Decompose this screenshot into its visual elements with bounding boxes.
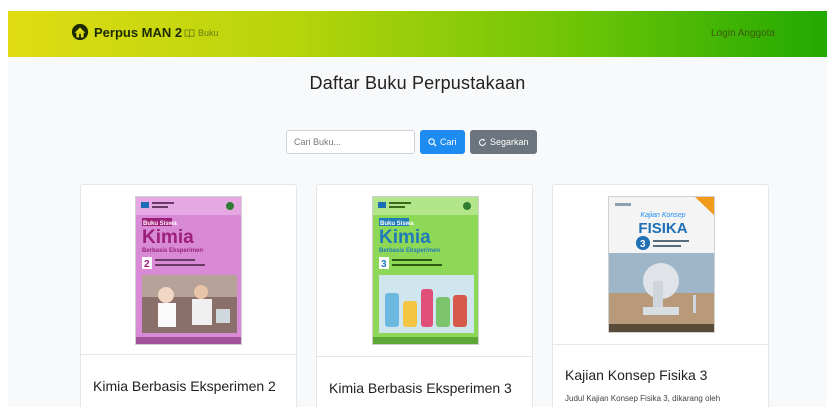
book-cover-area: Buku Siswa Kimia Berbasis Eksperimen 3 <box>317 185 532 357</box>
cover-subtitle: Berbasis Eksperimen <box>142 248 203 254</box>
page-title: Daftar Buku Perpustakaan <box>309 73 526 93</box>
search-icon <box>428 137 437 147</box>
cover-art: Buku Siswa Kimia Berbasis Eksperimen 3 <box>373 197 478 344</box>
book-title: Kimia Berbasis Eksperimen 2 <box>93 378 276 394</box>
book-cover-image: Buku Siswa Kimia Berbasis Eksperimen 3 <box>372 196 479 345</box>
book-cover-image: Buku Siswa Kimia Berbasis Eksperimen 2 <box>135 196 242 345</box>
cari-button-label: Cari <box>440 137 457 147</box>
search-input[interactable] <box>286 130 415 154</box>
brand-name: Perpus MAN 2 <box>94 24 183 40</box>
book-icon <box>184 28 195 37</box>
book-cover-image: Kajian Konsep FISIKA 3 <box>608 196 715 333</box>
cover-volume: 2 <box>144 259 150 270</box>
book-card[interactable]: Buku Siswa Kimia Berbasis Eksperimen 2 K… <box>80 184 297 407</box>
cover-volume: 3 <box>381 259 387 270</box>
login-anggota-link[interactable]: Login Anggota <box>711 28 775 39</box>
nav-link-buku-label: Buku <box>198 28 219 38</box>
page-frame: Perpus MAN 2 Buku Login Anggota Daftar B… <box>8 11 827 407</box>
nav-link-buku[interactable]: Buku <box>184 28 219 38</box>
cari-button[interactable]: Cari <box>420 130 465 154</box>
book-title: Kajian Konsep Fisika 3 <box>565 367 708 383</box>
cover-subject: FISIKA <box>638 220 687 237</box>
cover-series: Kajian Konsep <box>640 212 685 219</box>
book-card[interactable]: Kajian Konsep FISIKA 3 Kajian Konsep Fis… <box>552 184 769 407</box>
book-title: Kimia Berbasis Eksperimen 3 <box>329 380 512 396</box>
brand-link[interactable]: Perpus MAN 2 <box>71 23 182 41</box>
cover-subject: Kimia <box>142 227 194 248</box>
cover-art: Kajian Konsep FISIKA 3 <box>609 197 714 332</box>
cover-art: Buku Siswa Kimia Berbasis Eksperimen 2 <box>136 197 241 344</box>
book-cover-area: Kajian Konsep FISIKA 3 <box>553 185 768 345</box>
cover-volume: 3 <box>640 239 646 250</box>
refresh-icon <box>478 138 486 146</box>
segarkan-button[interactable]: Segarkan <box>470 130 537 154</box>
book-cover-area: Buku Siswa Kimia Berbasis Eksperimen 2 <box>81 185 296 355</box>
search-bar: Cari Segarkan <box>286 130 537 154</box>
library-logo-icon <box>71 23 89 41</box>
book-card[interactable]: Buku Siswa Kimia Berbasis Eksperimen 3 K… <box>316 184 533 407</box>
navbar: Perpus MAN 2 Buku Login Anggota <box>8 11 827 57</box>
segarkan-button-label: Segarkan <box>490 137 529 147</box>
cover-subject: Kimia <box>379 227 431 248</box>
cover-subtitle: Berbasis Eksperimen <box>379 248 440 254</box>
book-description: Judul Kajian Konsep Fisika 3, dikarang o… <box>565 394 721 403</box>
